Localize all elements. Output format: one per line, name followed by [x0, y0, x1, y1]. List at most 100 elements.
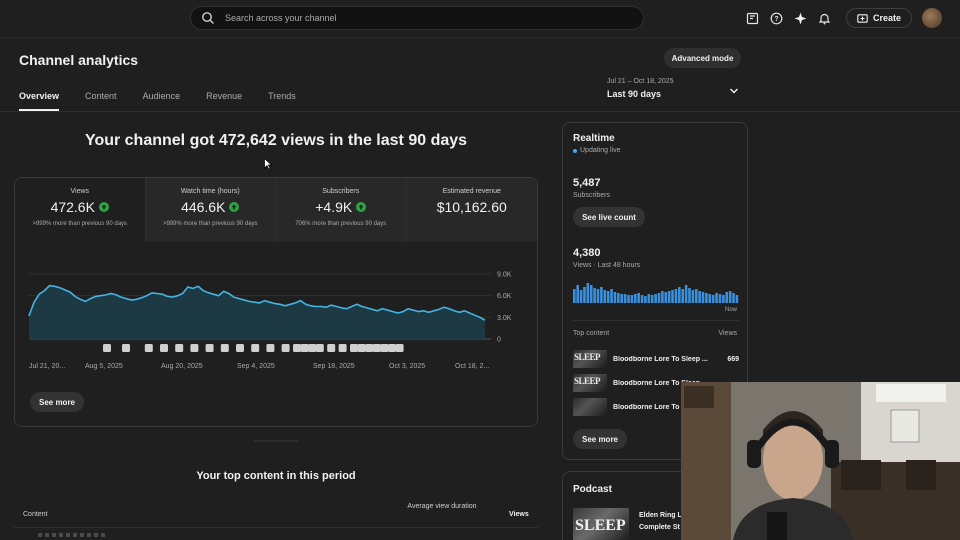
realtime-bar	[718, 294, 722, 303]
table-row[interactable]	[38, 533, 108, 537]
column-header-avg-duration[interactable]: Average view duration	[404, 502, 480, 511]
realtime-bar	[705, 293, 708, 303]
realtime-bar	[593, 288, 596, 303]
upload-marker	[395, 344, 404, 352]
arrow-up-icon	[98, 202, 109, 212]
realtime-bar	[671, 290, 674, 303]
search-icon	[202, 12, 214, 24]
realtime-bar	[644, 296, 647, 303]
bell-icon[interactable]	[818, 11, 832, 25]
realtime-bar	[725, 292, 729, 303]
realtime-see-more-button[interactable]: See more	[573, 429, 627, 449]
metric-label: Views	[70, 188, 90, 195]
x-tick-label: Oct 18, 2...	[455, 363, 489, 370]
metric-subscribers[interactable]: Subscribers +4.9K 706% more than previou…	[276, 178, 407, 242]
see-more-button[interactable]: See more	[30, 392, 84, 412]
realtime-divider	[573, 320, 739, 321]
metric-value: +4.9K	[315, 199, 353, 215]
date-range-picker[interactable]: Jul 21 – Oct 18, 2025 Last 90 days	[607, 78, 739, 99]
metric-value: 446.6K	[181, 199, 226, 215]
y-tick-label: 0	[497, 337, 501, 344]
realtime-now-label: Now	[724, 307, 737, 313]
tab-trends[interactable]: Trends	[268, 91, 296, 111]
realtime-views-label: Views · Last 48 hours	[573, 262, 641, 269]
column-header-views[interactable]: Views	[509, 511, 529, 518]
podcast-thumbnail[interactable]: SLEEP	[573, 508, 629, 540]
x-tick-label: Jul 21, 20...	[29, 363, 65, 370]
realtime-bar	[667, 291, 671, 303]
realtime-bar	[650, 295, 654, 303]
advanced-mode-button[interactable]: Advanced mode	[664, 48, 741, 68]
podcast-item-title-2[interactable]: Complete St	[639, 524, 680, 531]
realtime-bar-chart[interactable]	[573, 279, 739, 303]
feedback-icon[interactable]	[746, 11, 760, 25]
realtime-bar	[735, 295, 739, 303]
upload-marker	[122, 344, 130, 352]
upload-marker	[350, 344, 358, 352]
x-tick-label: Oct 3, 2025	[389, 363, 425, 370]
realtime-bar	[620, 294, 624, 303]
top-divider	[0, 37, 960, 38]
realtime-bar	[586, 283, 590, 303]
upload-marker	[220, 344, 229, 352]
create-button[interactable]: Create	[845, 8, 912, 28]
header-divider	[0, 111, 960, 112]
top-content-title: Your top content in this period	[196, 470, 356, 482]
column-header-content[interactable]: Content	[23, 511, 48, 518]
top-content-label: Top content	[573, 330, 610, 337]
realtime-bar	[684, 285, 688, 303]
realtime-bar	[579, 290, 583, 303]
x-tick-label: Aug 5, 2025	[85, 363, 123, 370]
upload-marker	[251, 344, 260, 352]
search-input[interactable]: Search across your channel	[190, 6, 644, 30]
views-area	[29, 285, 485, 339]
tab-audience[interactable]: Audience	[143, 91, 181, 111]
realtime-bar	[657, 293, 661, 303]
metric-value: $10,162.60	[436, 199, 507, 215]
realtime-live-status: Updating live	[573, 147, 620, 154]
upload-marker	[160, 344, 168, 352]
upload-marker	[103, 344, 111, 352]
podcast-title: Podcast	[573, 484, 612, 495]
avatar[interactable]	[922, 8, 942, 28]
tab-overview[interactable]: Overview	[19, 91, 60, 111]
summary-headline: Your channel got 472,642 views in the la…	[84, 132, 468, 149]
page-title: Channel analytics	[19, 52, 139, 68]
realtime-bar	[583, 287, 586, 303]
realtime-bar	[617, 293, 620, 303]
x-tick-label: Sep 18, 2025	[313, 363, 355, 370]
realtime-bar	[728, 291, 732, 303]
list-item[interactable]: SLEEP Bloodborne Lore To Sleep ... 669	[573, 350, 739, 368]
upload-marker	[308, 344, 317, 352]
realtime-bar	[674, 289, 678, 303]
realtime-bar	[664, 292, 668, 303]
realtime-bar	[688, 288, 691, 303]
sparkle-icon[interactable]	[794, 11, 808, 25]
realtime-title: Realtime	[573, 133, 615, 144]
realtime-subscribers-label: Subscribers	[573, 192, 610, 199]
realtime-bar	[732, 293, 735, 303]
thumbnail-text: SLEEP	[575, 517, 626, 534]
upload-marker	[266, 344, 275, 352]
top-actions: ? Create	[746, 8, 942, 28]
arrow-up-icon	[229, 202, 240, 212]
upload-marker	[175, 344, 184, 352]
upload-marker	[190, 344, 199, 352]
tab-content[interactable]: Content	[85, 91, 117, 111]
metric-watch-time[interactable]: Watch time (hours) 446.6K >999% more tha…	[145, 178, 276, 242]
overview-card: Views 472.6K >999% more than previous 90…	[14, 177, 538, 427]
mouse-cursor-icon	[264, 158, 272, 170]
upload-marker	[315, 344, 324, 352]
upload-marker	[205, 344, 214, 352]
realtime-bar	[711, 295, 715, 303]
realtime-bar	[627, 295, 630, 303]
realtime-bar	[573, 289, 576, 303]
tab-revenue[interactable]: Revenue	[206, 91, 242, 111]
views-chart[interactable]: 9.0K 6.0K 3.0K 0 Jul 21, 20... Aug 5, 2025 Aug…	[15, 242, 537, 382]
help-icon[interactable]: ?	[770, 11, 784, 25]
see-live-count-button[interactable]: See live count	[573, 207, 645, 227]
metric-views[interactable]: Views 472.6K >999% more than previous 90…	[15, 178, 146, 242]
podcast-item-title[interactable]: Elden Ring L	[639, 512, 682, 519]
metric-revenue[interactable]: Estimated revenue $10,162.60	[406, 178, 537, 242]
views-column-label: Views	[718, 330, 737, 337]
